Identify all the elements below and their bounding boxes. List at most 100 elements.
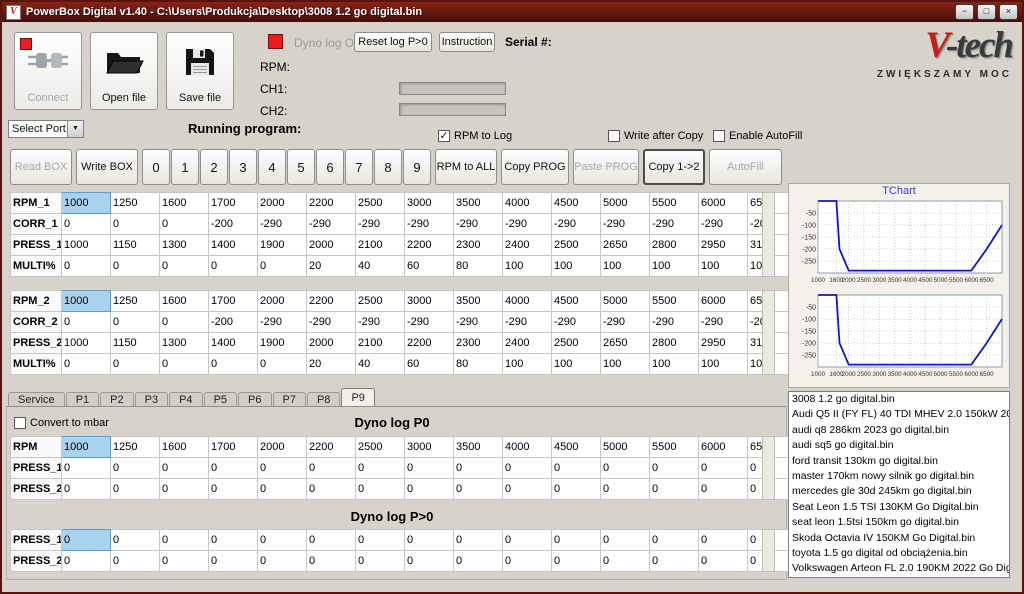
grid-cell[interactable]: 0	[454, 479, 503, 500]
grid-cell[interactable]: 0	[160, 458, 209, 479]
grid-cell[interactable]: 2100	[356, 235, 405, 256]
grid-cell[interactable]: 0	[209, 256, 258, 277]
grid-cell[interactable]: 0	[552, 458, 601, 479]
grid-cell[interactable]: -290	[405, 214, 454, 235]
grid-cell[interactable]: 2500	[552, 235, 601, 256]
grid-cell[interactable]: 100	[650, 354, 699, 375]
table-scrollbar[interactable]	[762, 290, 775, 375]
grid-cell[interactable]: 1300	[160, 235, 209, 256]
grid-cell[interactable]: 80	[454, 256, 503, 277]
grid-cell[interactable]: 6000	[699, 437, 748, 458]
grid-cell[interactable]: 1700	[209, 291, 258, 312]
grid-cell[interactable]: -200	[209, 312, 258, 333]
grid-cell[interactable]: 1000	[62, 437, 111, 458]
table-scrollbar[interactable]	[762, 436, 775, 500]
grid-cell[interactable]: 1900	[258, 235, 307, 256]
file-list-item[interactable]: mercedes gle 30d 245km go digital.bin	[789, 484, 1009, 499]
grid-cell[interactable]: 2400	[503, 333, 552, 354]
grid-cell[interactable]: 4500	[552, 291, 601, 312]
grid-cell[interactable]: -290	[258, 214, 307, 235]
grid-cell[interactable]: 1600	[160, 291, 209, 312]
grid-cell[interactable]: 2500	[356, 193, 405, 214]
grid-cell[interactable]: 0	[258, 479, 307, 500]
grid-cell[interactable]: 1700	[209, 437, 258, 458]
grid-cell[interactable]: 1400	[209, 333, 258, 354]
enable-autofill-checkbox[interactable]: Enable AutoFill	[713, 130, 802, 142]
close-button[interactable]: ×	[999, 4, 1018, 20]
grid-cell[interactable]: 40	[356, 354, 405, 375]
grid-cell[interactable]: 5000	[601, 291, 650, 312]
num-button-2[interactable]: 2	[200, 149, 228, 185]
grid-cell[interactable]: 2000	[258, 437, 307, 458]
grid-cell[interactable]: 1600	[160, 193, 209, 214]
grid-cell[interactable]: 0	[160, 479, 209, 500]
grid-cell[interactable]: 6000	[699, 193, 748, 214]
file-list-item[interactable]: Audi Q5 II (FY FL) 40 TDI MHEV 2.0 150kW…	[789, 407, 1009, 422]
num-button-3[interactable]: 3	[229, 149, 257, 185]
grid-cell[interactable]: 0	[699, 530, 748, 551]
grid-cell[interactable]: -290	[503, 312, 552, 333]
grid-cell[interactable]: 0	[111, 214, 160, 235]
grid-cell[interactable]: 0	[258, 354, 307, 375]
file-list-item[interactable]: ford transit 130km go digital.bin	[789, 454, 1009, 469]
grid-cell[interactable]: 2300	[454, 235, 503, 256]
num-button-9[interactable]: 9	[403, 149, 431, 185]
grid-cell[interactable]: 5500	[650, 437, 699, 458]
grid-cell[interactable]: 0	[62, 530, 111, 551]
num-button-5[interactable]: 5	[287, 149, 315, 185]
grid-cell[interactable]: 0	[650, 479, 699, 500]
grid-cell[interactable]: 2300	[454, 333, 503, 354]
grid-cell[interactable]: 0	[601, 551, 650, 572]
grid-cell[interactable]: 2000	[258, 193, 307, 214]
grid-cell[interactable]: 2650	[601, 333, 650, 354]
grid-cell[interactable]: 2000	[258, 291, 307, 312]
grid-cell[interactable]: 2000	[307, 235, 356, 256]
grid-cell[interactable]: 0	[405, 551, 454, 572]
grid-cell[interactable]: 0	[62, 312, 111, 333]
grid-cell[interactable]: 0	[503, 530, 552, 551]
grid-cell[interactable]: 0	[111, 530, 160, 551]
grid-cell[interactable]: 0	[62, 214, 111, 235]
grid-cell[interactable]: 2950	[699, 333, 748, 354]
reset-log-button[interactable]: Reset log P>0	[354, 32, 432, 52]
write-after-copy-checkbox[interactable]: Write after Copy	[608, 130, 703, 142]
grid-cell[interactable]: 1000	[62, 235, 111, 256]
file-list-item[interactable]: audi sq5 go digital.bin	[789, 438, 1009, 453]
rpm-to-log-checkbox[interactable]: ✓ RPM to Log	[438, 130, 512, 142]
grid-cell[interactable]: 1250	[111, 193, 160, 214]
grid-cell[interactable]: -290	[405, 312, 454, 333]
grid-cell[interactable]: 1250	[111, 291, 160, 312]
grid-cell[interactable]: -290	[601, 312, 650, 333]
table-scrollbar[interactable]	[762, 192, 775, 277]
grid-cell[interactable]: 0	[160, 214, 209, 235]
num-button-6[interactable]: 6	[316, 149, 344, 185]
grid-cell[interactable]: -290	[552, 312, 601, 333]
grid-cell[interactable]: 3000	[405, 437, 454, 458]
grid-cell[interactable]: 2500	[552, 333, 601, 354]
grid-cell[interactable]: 0	[356, 530, 405, 551]
open-file-button[interactable]: Open file	[90, 32, 158, 110]
grid-cell[interactable]: 1300	[160, 333, 209, 354]
grid-cell[interactable]: 3000	[405, 291, 454, 312]
grid-cell[interactable]: 0	[699, 479, 748, 500]
grid-cell[interactable]: 60	[405, 256, 454, 277]
grid-cell[interactable]: -290	[454, 214, 503, 235]
grid-cell[interactable]: 2650	[601, 235, 650, 256]
grid-cell[interactable]: 100	[552, 256, 601, 277]
grid-cell[interactable]: 0	[258, 530, 307, 551]
grid-cell[interactable]: 2200	[405, 235, 454, 256]
grid-cell[interactable]: 0	[307, 458, 356, 479]
grid-cell[interactable]: 0	[356, 551, 405, 572]
grid-cell[interactable]: -290	[307, 214, 356, 235]
grid-cell[interactable]: 0	[160, 312, 209, 333]
grid-cell[interactable]: 0	[111, 458, 160, 479]
grid-cell[interactable]: -290	[356, 214, 405, 235]
file-list-item[interactable]: Seat Leon 1.5 TSI 130KM Go Digital.bin	[789, 500, 1009, 515]
grid-cell[interactable]: 4000	[503, 291, 552, 312]
grid-cell[interactable]: 0	[62, 354, 111, 375]
grid-cell[interactable]: 2200	[307, 193, 356, 214]
grid-cell[interactable]: 0	[111, 312, 160, 333]
grid-cell[interactable]: 0	[405, 530, 454, 551]
grid-cell[interactable]: 0	[258, 551, 307, 572]
dyno-log-toggle[interactable]: Dyno log ON	[294, 36, 363, 50]
